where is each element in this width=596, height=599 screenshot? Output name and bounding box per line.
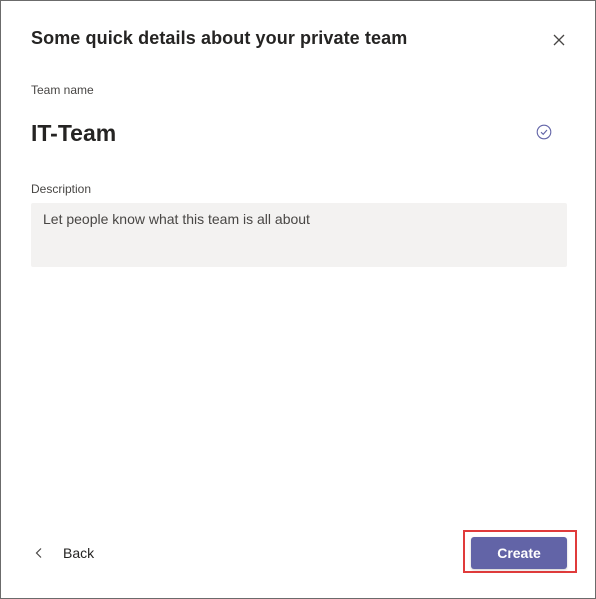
team-name-label: Team name (31, 83, 94, 97)
check-circle-icon (536, 124, 552, 140)
close-icon (553, 34, 565, 46)
back-label: Back (63, 545, 95, 561)
create-team-dialog: Some quick details about your private te… (0, 0, 596, 599)
description-label: Description (31, 182, 92, 196)
description-field[interactable]: Let people know what this team is all ab… (31, 203, 567, 267)
chevron-left-icon (35, 548, 42, 558)
team-name-input[interactable]: IT-Team (31, 117, 531, 149)
create-button[interactable]: Create (471, 537, 567, 569)
close-button[interactable] (547, 28, 571, 52)
dialog-title: Some quick details about your private te… (31, 28, 408, 48)
back-button[interactable]: Back (33, 541, 94, 565)
